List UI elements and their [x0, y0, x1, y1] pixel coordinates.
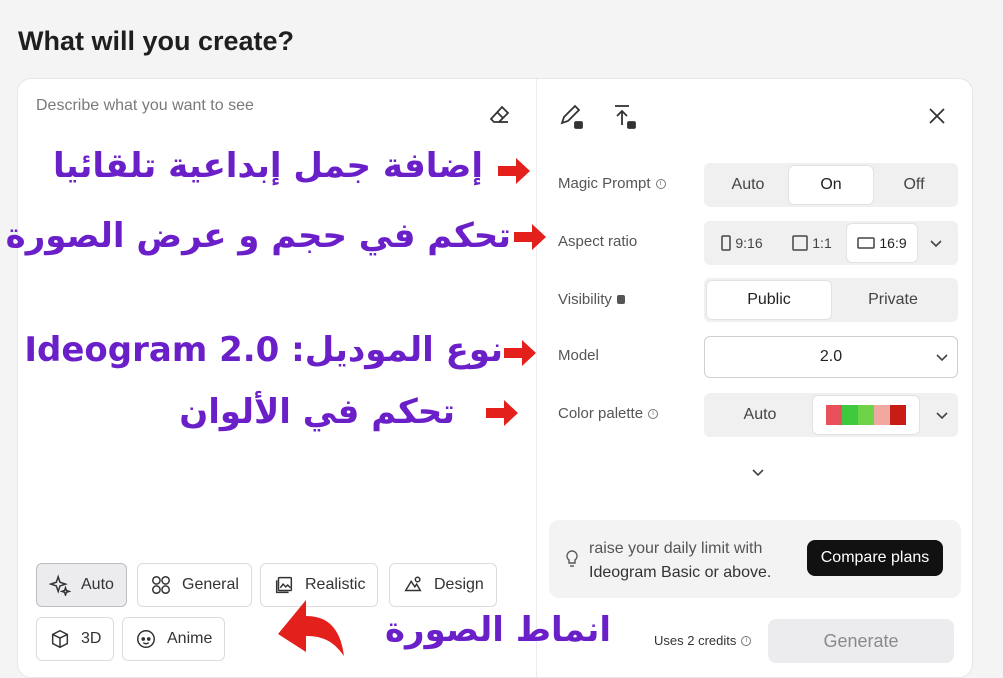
color-palette-selector[interactable]: Auto — [704, 393, 958, 437]
annotation-magic-prompt: إضافة جمل إبداعية تلقائيا — [52, 146, 483, 186]
sparkle-icon — [49, 574, 71, 596]
magic-prompt-off[interactable]: Off — [873, 166, 955, 204]
aspect-ratio-selector[interactable]: 9:16 1:1 16:9 — [704, 221, 958, 265]
page-title: What will you create? — [18, 26, 295, 56]
clover-icon — [152, 576, 170, 594]
chevron-down-icon — [936, 354, 948, 362]
swatch — [842, 405, 858, 425]
magic-prompt-toggle[interactable]: Auto On Off — [704, 163, 958, 207]
design-icon — [404, 576, 422, 592]
prompt-input[interactable]: Describe what you want to see — [36, 97, 254, 115]
visibility-label: Visibility — [558, 291, 625, 308]
arrow-right-icon — [514, 224, 546, 250]
arrow-up-left-icon — [278, 600, 344, 656]
upload-lock-icon[interactable] — [612, 103, 638, 131]
swatch-strip — [826, 405, 906, 425]
visibility-public[interactable]: Public — [707, 281, 831, 319]
magic-prompt-on[interactable]: On — [789, 166, 873, 204]
ratio-16-9[interactable]: 16:9 — [847, 224, 917, 262]
close-icon[interactable] — [926, 105, 948, 127]
palette-swatches[interactable] — [813, 396, 919, 434]
style-general-button[interactable]: General — [137, 563, 252, 607]
credits-info: Uses 2 credits i — [654, 633, 752, 648]
compare-plans-button[interactable]: Compare plans — [807, 540, 943, 576]
arrow-right-icon — [486, 400, 518, 426]
annotation-styles: انماط الصورة — [384, 610, 611, 650]
style-design-button[interactable]: Design — [389, 563, 497, 607]
magic-prompt-label: Magic Prompt i — [558, 175, 666, 192]
swatch — [890, 405, 906, 425]
lock-icon — [616, 295, 625, 304]
arrow-right-icon — [498, 158, 530, 184]
landscape-icon — [857, 237, 876, 249]
annotation-aspect-ratio: تحكم في حجم و عرض الصورة — [5, 216, 511, 256]
info-icon[interactable]: i — [648, 408, 659, 419]
style-anime-button[interactable]: Anime — [122, 617, 226, 661]
anime-face-icon — [137, 630, 155, 648]
chevron-down-icon[interactable] — [929, 236, 943, 250]
pane-divider — [536, 79, 537, 677]
photos-icon — [275, 576, 293, 594]
chevron-down-icon[interactable] — [935, 408, 949, 422]
aspect-ratio-label: Aspect ratio — [558, 233, 638, 250]
square-icon — [792, 235, 809, 251]
swatch — [826, 405, 842, 425]
portrait-icon — [721, 235, 732, 251]
ratio-9-16[interactable]: 9:16 — [707, 224, 777, 262]
info-icon[interactable]: i — [655, 178, 666, 189]
cube-icon — [51, 629, 69, 649]
lightbulb-icon — [566, 550, 578, 567]
model-select[interactable]: 2.0 — [704, 336, 958, 378]
ratio-1-1[interactable]: 1:1 — [777, 224, 847, 262]
magic-prompt-auto[interactable]: Auto — [707, 166, 789, 204]
info-icon[interactable]: i — [741, 635, 752, 646]
pencil-lock-icon[interactable] — [558, 103, 584, 131]
palette-auto[interactable]: Auto — [707, 396, 813, 434]
arrow-right-icon — [504, 340, 536, 366]
swatch — [874, 405, 890, 425]
swatch — [858, 405, 874, 425]
generate-button[interactable]: Generate — [768, 619, 954, 663]
visibility-toggle[interactable]: Public Private — [704, 278, 958, 322]
style-auto-button[interactable]: Auto — [36, 563, 127, 607]
color-palette-label: Color palette i — [558, 405, 659, 422]
eraser-icon[interactable] — [488, 103, 512, 127]
tip-text: raise your daily limit with Ideogram Bas… — [589, 540, 772, 581]
model-label: Model — [558, 347, 599, 364]
visibility-private[interactable]: Private — [831, 281, 955, 319]
expand-chevron-icon[interactable] — [751, 465, 765, 479]
annotation-model: نوع الموديل: Ideogram 2.0 — [24, 330, 503, 370]
annotation-colors: تحكم في الألوان — [179, 392, 455, 432]
upgrade-tip: raise your daily limit with Ideogram Bas… — [549, 520, 961, 598]
style-3d-button[interactable]: 3D — [36, 617, 115, 661]
